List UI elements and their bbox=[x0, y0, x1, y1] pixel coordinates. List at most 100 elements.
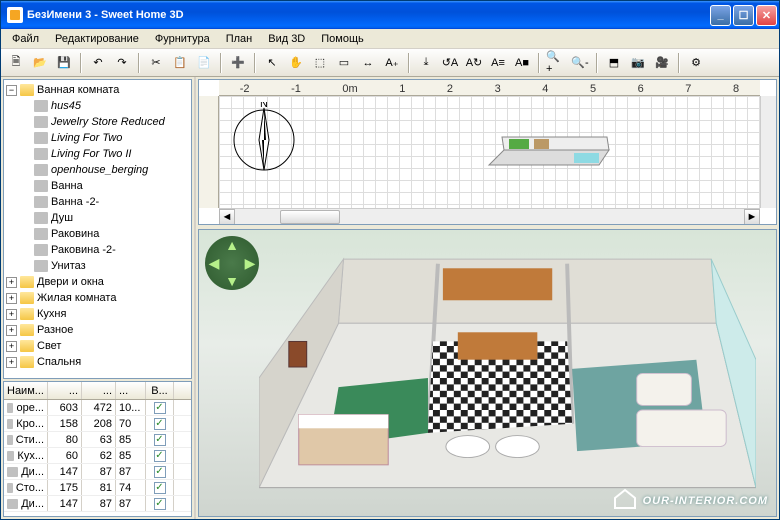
tree-item[interactable]: Раковина -2- bbox=[6, 242, 189, 258]
col-width[interactable]: ... bbox=[48, 382, 82, 399]
room-tool-button[interactable]: ▭ bbox=[333, 52, 355, 74]
cell-height: 85 bbox=[116, 432, 146, 447]
photo-button[interactable]: 📷 bbox=[627, 52, 649, 74]
copy-button[interactable]: 📋 bbox=[169, 52, 191, 74]
menu-file[interactable]: Файл bbox=[5, 31, 46, 47]
tree-item[interactable]: openhouse_berging bbox=[6, 162, 189, 178]
view-top-button[interactable]: ⬒ bbox=[603, 52, 625, 74]
nav-up-button[interactable]: ▲ bbox=[225, 237, 239, 253]
tree-item[interactable]: −Ванная комната bbox=[6, 82, 189, 98]
tree-toggle[interactable]: + bbox=[6, 325, 17, 336]
scroll-left-button[interactable]: ◄ bbox=[219, 209, 235, 225]
zoom-in-button[interactable]: 🔍+ bbox=[545, 52, 567, 74]
align-button[interactable]: A≡ bbox=[487, 52, 509, 74]
text-tool-button[interactable]: A₊ bbox=[381, 52, 403, 74]
import-button[interactable]: ⤓ bbox=[415, 52, 437, 74]
pan-tool-button[interactable]: ✋ bbox=[285, 52, 307, 74]
separator bbox=[678, 53, 680, 73]
plan-2d-view[interactable]: -2-10m12345678 N bbox=[198, 79, 777, 225]
table-row[interactable]: Ди...1478787✓ bbox=[4, 496, 191, 512]
new-button[interactable]: 🗎 bbox=[5, 52, 27, 74]
view-3d[interactable]: ▲ ◀ ▶ ▼ bbox=[198, 229, 777, 517]
tree-item[interactable]: Ванна bbox=[6, 178, 189, 194]
table-row[interactable]: Кро...15820870✓ bbox=[4, 416, 191, 432]
tree-item[interactable]: Living For Two II bbox=[6, 146, 189, 162]
table-row[interactable]: оре...60347210...✓ bbox=[4, 400, 191, 416]
paste-button[interactable]: 📄 bbox=[193, 52, 215, 74]
redo-button[interactable]: ↷ bbox=[111, 52, 133, 74]
compass[interactable]: N bbox=[229, 102, 299, 172]
plan-scrollbar-h[interactable]: ◄ ► bbox=[219, 208, 760, 224]
tree-toggle[interactable]: + bbox=[6, 277, 17, 288]
visibility-checkbox[interactable]: ✓ bbox=[154, 482, 166, 494]
nav-left-button[interactable]: ◀ bbox=[209, 255, 220, 272]
nav-right-button[interactable]: ▶ bbox=[245, 255, 256, 272]
visibility-checkbox[interactable]: ✓ bbox=[154, 434, 166, 446]
tree-toggle[interactable]: + bbox=[6, 293, 17, 304]
cut-button[interactable]: ✂ bbox=[145, 52, 167, 74]
col-visible[interactable]: В... bbox=[146, 382, 174, 399]
scroll-thumb[interactable] bbox=[280, 210, 340, 224]
tree-item[interactable]: Living For Two bbox=[6, 130, 189, 146]
furniture-icon bbox=[7, 467, 18, 477]
table-row[interactable]: Ди...1478787✓ bbox=[4, 464, 191, 480]
wall-tool-button[interactable]: ⬚ bbox=[309, 52, 331, 74]
table-row[interactable]: Кух...606285✓ bbox=[4, 448, 191, 464]
tree-toggle[interactable]: + bbox=[6, 357, 17, 368]
menu-plan[interactable]: План bbox=[219, 31, 260, 47]
tree-item[interactable]: hus45 bbox=[6, 98, 189, 114]
nav-down-button[interactable]: ▼ bbox=[225, 273, 239, 289]
col-depth[interactable]: ... bbox=[82, 382, 116, 399]
dimension-tool-button[interactable]: ↔ bbox=[357, 52, 379, 74]
open-button[interactable]: 📂 bbox=[29, 52, 51, 74]
visibility-checkbox[interactable]: ✓ bbox=[154, 498, 166, 510]
add-furniture-button[interactable]: ➕ bbox=[227, 52, 249, 74]
zoom-out-button[interactable]: 🔍- bbox=[569, 52, 591, 74]
tree-item[interactable]: +Свет bbox=[6, 338, 189, 354]
tree-item[interactable]: Ванна -2- bbox=[6, 194, 189, 210]
tree-item[interactable]: +Кухня bbox=[6, 306, 189, 322]
tree-item[interactable]: +Спальня bbox=[6, 354, 189, 370]
tree-item[interactable]: Унитаз bbox=[6, 258, 189, 274]
tree-toggle[interactable]: − bbox=[6, 85, 17, 96]
preferences-button[interactable]: ⚙ bbox=[685, 52, 707, 74]
undo-button[interactable]: ↶ bbox=[87, 52, 109, 74]
visibility-checkbox[interactable]: ✓ bbox=[154, 466, 166, 478]
tree-toggle[interactable]: + bbox=[6, 309, 17, 320]
visibility-checkbox[interactable]: ✓ bbox=[154, 402, 166, 414]
close-button[interactable]: ✕ bbox=[756, 5, 777, 26]
col-name[interactable]: Наим... bbox=[4, 382, 48, 399]
minimize-button[interactable]: _ bbox=[710, 5, 731, 26]
select-tool-button[interactable]: ↖ bbox=[261, 52, 283, 74]
table-row[interactable]: Сти...806385✓ bbox=[4, 432, 191, 448]
menu-edit[interactable]: Редактирование bbox=[48, 31, 146, 47]
text-color-button[interactable]: A■ bbox=[511, 52, 533, 74]
tree-label: Раковина bbox=[51, 228, 99, 240]
furniture-catalog-tree[interactable]: −Ванная комнатаhus45Jewelry Store Reduce… bbox=[3, 79, 192, 379]
table-body[interactable]: оре...60347210...✓Кро...15820870✓Сти...8… bbox=[4, 400, 191, 516]
scroll-right-button[interactable]: ► bbox=[744, 209, 760, 225]
menu-furniture[interactable]: Фурнитура bbox=[148, 31, 217, 47]
plan-scrollbar-v[interactable] bbox=[760, 96, 776, 208]
rotate-right-button[interactable]: A↻ bbox=[463, 52, 485, 74]
menu-help[interactable]: Помощь bbox=[314, 31, 371, 47]
tree-item[interactable]: +Двери и окна bbox=[6, 274, 189, 290]
table-row[interactable]: Сто...1758174✓ bbox=[4, 480, 191, 496]
tree-item[interactable]: Jewelry Store Reduced bbox=[6, 114, 189, 130]
cell-name: Кро... bbox=[16, 418, 44, 430]
open-icon: 📂 bbox=[33, 56, 47, 69]
tree-item[interactable]: Душ bbox=[6, 210, 189, 226]
maximize-button[interactable]: ☐ bbox=[733, 5, 754, 26]
tree-item[interactable]: Раковина bbox=[6, 226, 189, 242]
save-button[interactable]: 💾 bbox=[53, 52, 75, 74]
col-height[interactable]: ... bbox=[116, 382, 146, 399]
tree-item[interactable]: +Жилая комната bbox=[6, 290, 189, 306]
visibility-checkbox[interactable]: ✓ bbox=[154, 450, 166, 462]
visibility-checkbox[interactable]: ✓ bbox=[154, 418, 166, 430]
rotate-left-button[interactable]: ↺A bbox=[439, 52, 461, 74]
video-button[interactable]: 🎥 bbox=[651, 52, 673, 74]
tree-toggle[interactable]: + bbox=[6, 341, 17, 352]
titlebar[interactable]: БезИмени 3 - Sweet Home 3D _ ☐ ✕ bbox=[1, 1, 779, 29]
tree-item[interactable]: +Разное bbox=[6, 322, 189, 338]
menu-view3d[interactable]: Вид 3D bbox=[261, 31, 312, 47]
